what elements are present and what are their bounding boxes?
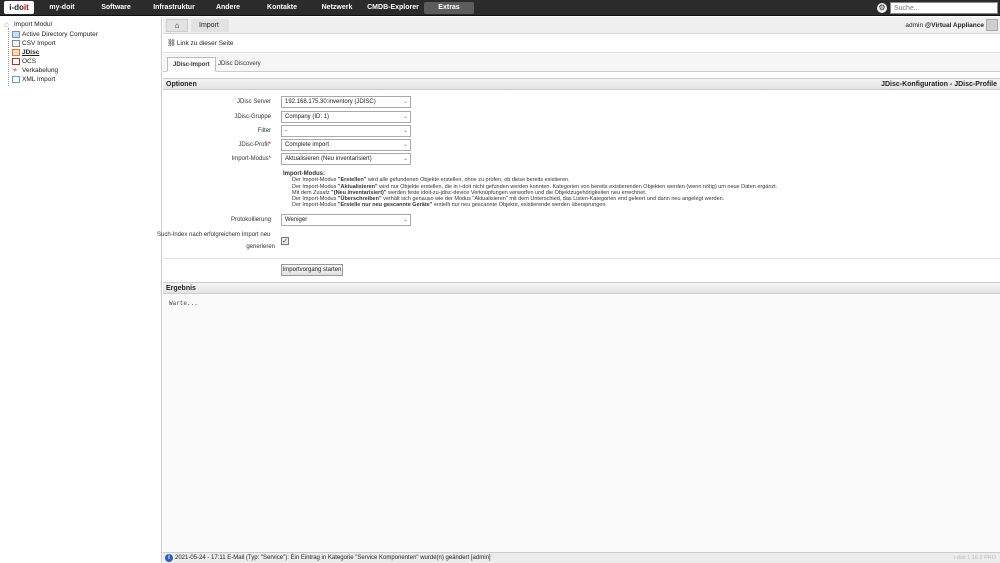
nav-andere[interactable]: Andere	[208, 0, 248, 16]
start-import-button[interactable]: Importvorgang starten	[281, 264, 343, 276]
tree-item-jdisc[interactable]: JDisc	[12, 48, 39, 57]
jdisc-icon	[12, 48, 20, 56]
jdisc-server-select[interactable]: 192.168.175.30:inventory (JDISC) ⌄	[281, 96, 411, 108]
nav-my-doit[interactable]: my-doit	[38, 0, 86, 16]
label-reindex: Such-Index nach erfolgreichem Import neu…	[157, 229, 275, 253]
tab-jdisc-import[interactable]: JDisc-Import	[167, 57, 216, 72]
tree-item-label: JDisc	[22, 49, 40, 56]
jdisc-config-link[interactable]: JDisc-Konfiguration - JDisc-Profile	[881, 79, 997, 90]
tree-root[interactable]: ⌂ Import Modul	[4, 20, 52, 29]
tree-item-label: Verkabelung	[22, 67, 59, 74]
label-jdisc-profile: JDisc-Profil*	[163, 139, 271, 151]
top-navigation: i-doit my-doit Software Infrastruktur An…	[0, 0, 1000, 16]
nav-infrastruktur[interactable]: Infrastruktur	[146, 0, 202, 16]
user-info[interactable]: admin @Virtual Appliance	[905, 17, 984, 34]
tree-item-label: Active Directory Computer	[22, 31, 98, 38]
tree-line	[8, 28, 9, 86]
chevron-down-icon: ⌄	[402, 114, 408, 120]
tree-item-label: XML Import	[22, 76, 56, 83]
home-icon[interactable]: ⌂	[166, 19, 188, 32]
status-message[interactable]: 2021-05-24 - 17:11 E-Mail (Typ: "Service…	[175, 555, 491, 561]
link-icon: ⛓	[167, 40, 176, 47]
result-output: Warte...	[169, 300, 198, 307]
result-title: Ergebnis	[166, 285, 196, 292]
breadcrumb: ⌂ Import admin @Virtual Appliance	[163, 17, 1000, 34]
breadcrumb-current[interactable]: Import	[191, 19, 229, 32]
select-value: Weniger	[285, 217, 308, 223]
label-filter: Filter	[257, 128, 271, 134]
options-header: Optionen JDisc-Konfiguration - JDisc-Pro…	[163, 78, 1000, 90]
status-bar: i 2021-05-24 - 17:11 E-Mail (Typ: "Servi…	[163, 552, 1000, 563]
select-value: Complete import	[285, 142, 330, 148]
label-import-mode: Import-Modus*	[163, 153, 271, 165]
permalink[interactable]: Link zu dieser Seite	[177, 40, 234, 47]
select-value: -	[285, 128, 287, 134]
tree-item-verkabelung[interactable]: ≁ Verkabelung	[12, 66, 58, 75]
label-text: generieren	[246, 244, 275, 250]
tree-item-active-directory[interactable]: Active Directory Computer	[12, 30, 98, 39]
chevron-down-icon: ⌄	[402, 142, 408, 148]
user-name: admin	[905, 22, 924, 29]
settings-icon[interactable]: ⚙	[877, 3, 887, 13]
select-value: 192.168.175.30:inventory (JDISC)	[285, 99, 376, 105]
nav-software[interactable]: Software	[92, 0, 140, 16]
help-title: Import-Modus:	[283, 171, 325, 177]
import-mode-help: Import-Modus: Der Import-Modus "Erstelle…	[283, 171, 983, 209]
jdisc-group-select[interactable]: Company (ID: 1) ⌄	[281, 111, 411, 123]
nav-netzwerk[interactable]: Netzwerk	[314, 0, 360, 16]
result-panel: Warte...	[163, 295, 1000, 552]
info-icon: i	[165, 554, 173, 562]
import-mode-select[interactable]: Aktualisieren (Neu inventarisiert) ⌄	[281, 153, 411, 165]
required-marker: *	[268, 142, 271, 148]
chevron-down-icon: ⌄	[402, 156, 408, 162]
help-line-new-only: Der Import-Modus "Erstelle nur neu gesca…	[292, 202, 607, 209]
chevron-down-icon: ⌄	[402, 217, 408, 223]
tree-item-label: CSV Import	[22, 40, 56, 47]
select-value: Aktualisieren (Neu inventarisiert)	[285, 156, 372, 162]
label-jdisc-group: JDisc-Gruppe	[234, 114, 271, 120]
computer-icon	[12, 30, 20, 38]
label-logging: Protokollierung	[230, 217, 271, 223]
import-module-tree: ⌂ Import Modul Active Directory Computer …	[0, 17, 162, 563]
result-header: Ergebnis	[163, 282, 1000, 294]
tenant-name: @Virtual Appliance	[924, 22, 984, 29]
label-text: Such-Index nach erfolgreichem Import neu	[157, 232, 271, 238]
jdisc-profile-select[interactable]: Complete import ⌄	[281, 139, 411, 151]
reindex-checkbox[interactable]: ✓	[281, 237, 289, 245]
required-marker: *	[268, 156, 271, 162]
tab-bar: JDisc-Import JDisc Discovery	[163, 54, 1000, 72]
version-label: i-doit 1.16.2 PRO	[953, 555, 996, 561]
nav-extras[interactable]: Extras	[424, 2, 474, 14]
label-text: Import-Modus	[231, 156, 269, 162]
ocs-icon	[12, 57, 20, 65]
label-text: JDisc-Profil	[238, 142, 269, 148]
search-input[interactable]	[890, 2, 998, 14]
divider	[163, 258, 1000, 259]
avatar[interactable]	[986, 19, 998, 31]
table-icon	[12, 39, 20, 47]
tree-item-ocs[interactable]: OCS	[12, 57, 36, 66]
chevron-down-icon: ⌄	[402, 128, 408, 134]
nav-cmdb-explorer[interactable]: CMDB-Explorer	[364, 0, 422, 16]
label-jdisc-server: JDisc Server	[236, 99, 271, 105]
nav-kontakte[interactable]: Kontakte	[258, 0, 306, 16]
tree-root-label: Import Modul	[14, 21, 52, 28]
tree-item-csv-import[interactable]: CSV Import	[12, 39, 56, 48]
link-row: ⛓ Link zu dieser Seite	[163, 35, 1000, 53]
tab-jdisc-discovery[interactable]: JDisc Discovery	[213, 57, 266, 72]
cable-icon: ≁	[12, 66, 18, 74]
xml-icon	[12, 75, 20, 83]
logging-select[interactable]: Weniger ⌄	[281, 214, 411, 226]
filter-select[interactable]: - ⌄	[281, 125, 411, 137]
chevron-down-icon: ⌄	[402, 99, 408, 105]
tree-item-label: OCS	[22, 58, 37, 65]
options-title: Optionen	[166, 81, 197, 88]
i-doit-logo[interactable]: i-doit	[4, 1, 34, 14]
home-icon: ⌂	[4, 19, 9, 29]
tree-item-xml-import[interactable]: XML Import	[12, 75, 55, 84]
select-value: Company (ID: 1)	[285, 114, 330, 120]
